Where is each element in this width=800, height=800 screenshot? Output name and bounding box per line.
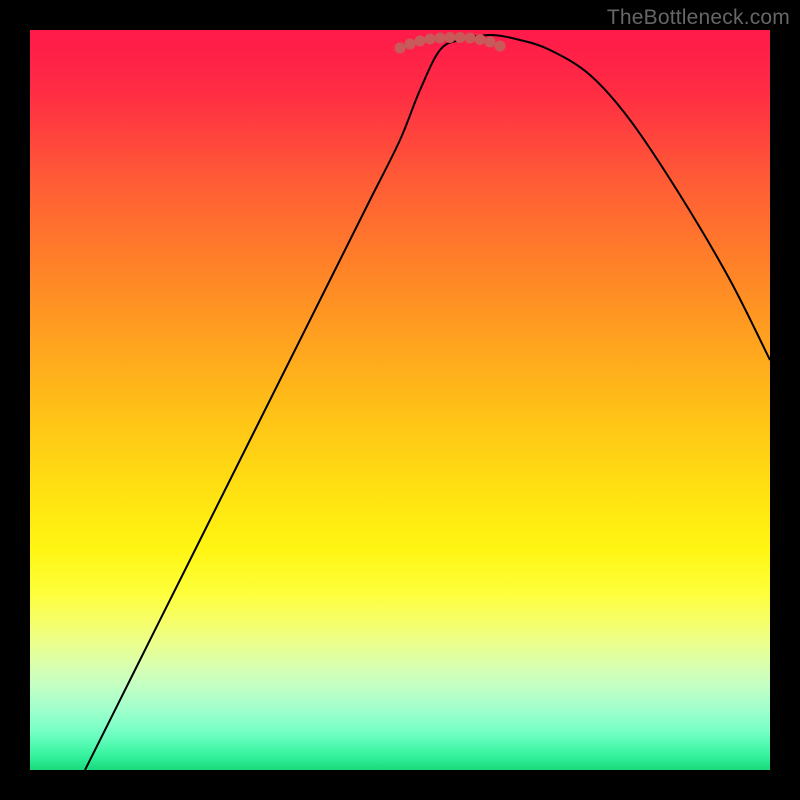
trough-dot [435, 33, 446, 44]
trough-dot [485, 37, 496, 48]
trough-dot [395, 43, 406, 54]
trough-dot [445, 32, 456, 43]
trough-dot [495, 41, 506, 52]
v-curve-line [85, 35, 770, 770]
trough-dot [415, 36, 426, 47]
curve-svg [30, 30, 770, 770]
trough-dot [475, 34, 486, 45]
trough-dot [455, 32, 466, 43]
chart-frame [30, 30, 770, 770]
trough-dot [465, 33, 476, 44]
trough-dot [425, 34, 436, 45]
watermark-text: TheBottleneck.com [607, 6, 790, 30]
trough-dot [405, 39, 416, 50]
